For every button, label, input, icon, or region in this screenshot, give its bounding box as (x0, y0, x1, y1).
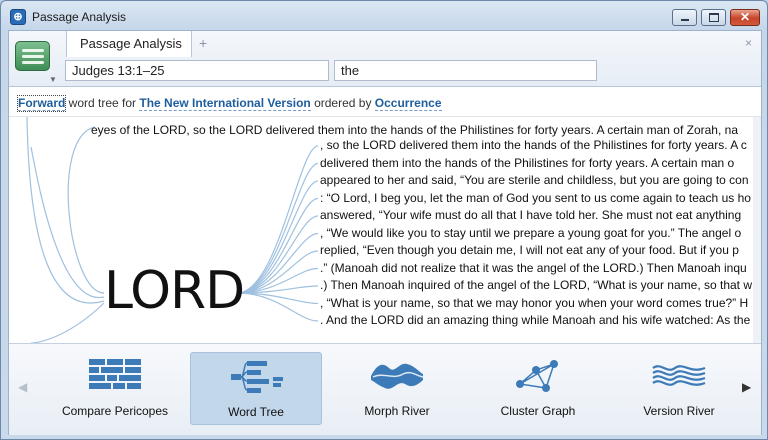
branch-line (30, 302, 105, 343)
tool-morph-river[interactable]: Morph River (331, 352, 463, 425)
branch-line (30, 146, 105, 298)
close-window-button[interactable]: ✕ (730, 9, 760, 26)
vertical-scrollbar[interactable] (753, 117, 761, 343)
window-title: Passage Analysis (32, 10, 127, 24)
order-link[interactable]: Occurrence (374, 96, 442, 111)
tree-description: Forward word tree for The New Internatio… (16, 95, 442, 112)
direction-link[interactable]: Forward (16, 95, 67, 112)
branch-text[interactable]: , so the LORD delivered them into the ha… (320, 138, 747, 152)
cluster-graph-icon (516, 360, 558, 392)
chevron-down-icon: ▼ (49, 75, 57, 84)
branch-line (67, 126, 105, 294)
passage-analysis-panel: ▼ Passage Analysis + × Forward word tree… (8, 30, 762, 435)
app-window: ⊕ Passage Analysis ✕ ▼ Passage Analysis … (0, 0, 768, 440)
branch-text[interactable]: appeared to her and said, “You are steri… (320, 173, 749, 187)
morph-river-icon (371, 363, 424, 389)
scroll-left-arrow-icon[interactable]: ◀ (18, 380, 27, 394)
reference-input[interactable] (65, 60, 329, 81)
branch-line (236, 162, 319, 294)
branch-text[interactable]: .” (Manoah did not realize that it was t… (320, 261, 747, 275)
tool-label: Morph River (364, 404, 430, 418)
description-text: word tree for (65, 96, 140, 110)
version-link[interactable]: The New International Version (139, 96, 311, 111)
panel-header: ▼ Passage Analysis + × (9, 31, 761, 87)
description-bar: Forward word tree for The New Internatio… (9, 87, 761, 117)
minimize-button[interactable] (672, 9, 697, 26)
branch-text[interactable]: , “We would like you to stay until we pr… (320, 226, 741, 240)
tab-passage-analysis[interactable]: Passage Analysis (66, 31, 192, 57)
search-term-input[interactable] (334, 60, 597, 81)
passage-analysis-logo-icon (15, 41, 50, 71)
version-river-icon (652, 365, 706, 386)
panel-menu-button[interactable]: ▼ (13, 39, 57, 84)
tool-label: Compare Pericopes (61, 404, 169, 418)
close-tab-icon[interactable]: × (745, 36, 752, 50)
tool-compare-pericopes[interactable]: Compare Pericopes (49, 352, 181, 425)
tool-version-river[interactable]: Version River (613, 352, 745, 425)
branch-text[interactable]: replied, “Even though you detain me, I w… (320, 243, 739, 257)
branch-text[interactable]: delivered them into the hands of the Phi… (320, 156, 734, 170)
word-tree-icon (231, 361, 283, 393)
minimize-icon (681, 19, 689, 21)
tool-label: Cluster Graph (500, 404, 576, 418)
tool-label: Word Tree (228, 405, 284, 419)
tab-label: Passage Analysis (80, 36, 182, 51)
branch-text[interactable]: answered, “Your wife must do all that I … (320, 208, 741, 222)
compare-pericopes-icon (89, 359, 141, 389)
maximize-button[interactable] (701, 9, 726, 26)
branch-text[interactable]: . And the LORD did an amazing thing whil… (320, 313, 750, 327)
tool-label: Version River (643, 404, 715, 418)
app-icon[interactable]: ⊕ (10, 9, 26, 25)
add-tab-icon[interactable]: + (199, 35, 207, 51)
maximize-icon (709, 13, 719, 22)
tool-word-tree[interactable]: Word Tree (190, 352, 322, 425)
close-icon: ✕ (739, 10, 751, 24)
branch-line (236, 180, 319, 294)
scroll-right-arrow-icon[interactable]: ▶ (742, 380, 751, 394)
branch-line (236, 292, 319, 305)
word-tree-view[interactable]: eyes of the LORD, so the LORD delivered … (9, 117, 761, 343)
branch-text[interactable]: : “O Lord, I beg you, let the man of God… (320, 191, 751, 205)
tool-cluster-graph[interactable]: Cluster Graph (472, 352, 604, 425)
tool-selector: ◀ Compare Pericopes Word Tree Morph Rive… (9, 343, 761, 435)
branch-line (26, 117, 105, 304)
left-context-text[interactable]: eyes of the LORD, so the LORD delivered … (91, 123, 738, 137)
title-bar[interactable]: ⊕ Passage Analysis ✕ (1, 1, 767, 31)
description-text: ordered by (310, 96, 375, 110)
branch-text[interactable]: , “What is your name, so that we may hon… (320, 296, 748, 310)
root-word[interactable]: LORD (104, 261, 245, 321)
branch-text[interactable]: .) Then Manoah inquired of the angel of … (320, 278, 752, 292)
